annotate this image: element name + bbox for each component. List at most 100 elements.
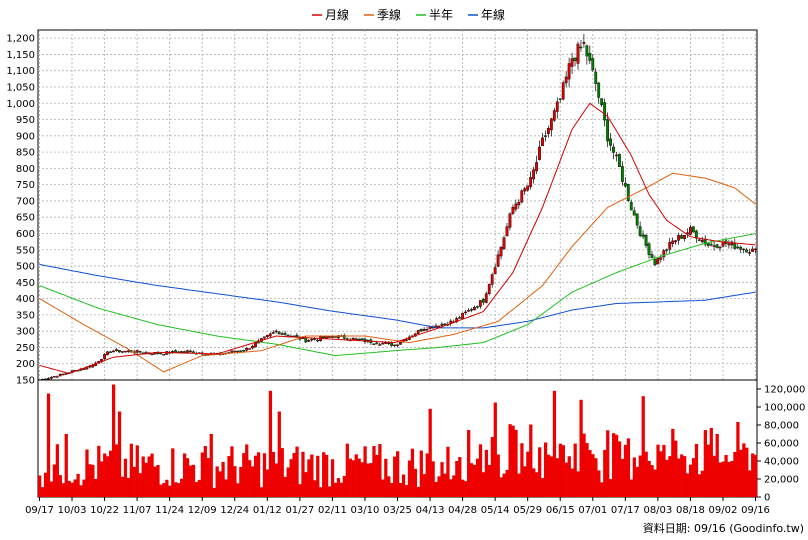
candle-down xyxy=(691,226,695,233)
candle-down xyxy=(239,350,243,352)
volume-bar xyxy=(505,469,509,497)
volume-bar xyxy=(585,443,589,497)
volume-bar xyxy=(46,393,51,497)
price-tick-label: 200 xyxy=(16,359,35,370)
volume-bar xyxy=(366,463,370,497)
volume-tick-label: 0 xyxy=(764,493,770,504)
volume-bar xyxy=(360,462,364,497)
volume-bar xyxy=(330,459,335,497)
volume-bar xyxy=(138,473,142,497)
volume-bar xyxy=(523,466,527,497)
volume-bar xyxy=(111,384,116,497)
candle-up xyxy=(517,202,521,206)
volume-bar xyxy=(76,473,80,497)
candle-up xyxy=(268,333,272,337)
volume-bar xyxy=(348,458,352,497)
volume-bar xyxy=(475,458,480,497)
volume-bar xyxy=(558,443,563,497)
candle-down xyxy=(295,334,299,337)
volume-bar xyxy=(301,451,305,497)
chart-legend: 月線 季線 半年 年線 xyxy=(312,7,505,22)
candle-down xyxy=(322,336,325,339)
candle-down xyxy=(600,98,604,106)
volume-bar xyxy=(126,477,131,497)
volume-bar xyxy=(700,470,705,497)
x-tick-label: 04/28 xyxy=(448,505,477,516)
volume-bar xyxy=(647,460,651,497)
volume-bar xyxy=(369,463,373,497)
volume-bar xyxy=(591,454,595,497)
volume-bar xyxy=(79,485,83,497)
volume-bar xyxy=(662,444,666,497)
candle-down xyxy=(650,254,654,259)
volume-bar xyxy=(538,447,542,497)
volume-bar xyxy=(313,480,317,497)
candle-down xyxy=(159,352,163,355)
volume-bar xyxy=(218,471,222,497)
x-tick-label: 10/03 xyxy=(58,505,87,516)
volume-bar xyxy=(659,451,663,497)
price-tick-label: 850 xyxy=(16,148,35,159)
candle-down xyxy=(470,309,473,311)
volume-bar xyxy=(606,430,610,497)
candle-up xyxy=(115,349,118,352)
volume-bar xyxy=(253,455,258,497)
candle-up xyxy=(381,342,385,345)
candle-up xyxy=(490,274,494,285)
x-tick-label: 09/16 xyxy=(741,505,770,516)
volume-bar xyxy=(132,466,136,497)
x-tick-label: 10/22 xyxy=(90,505,119,516)
volume-bar xyxy=(177,483,181,497)
candle-down xyxy=(623,182,627,187)
volume-bar xyxy=(520,443,524,497)
volume-bar xyxy=(440,462,444,497)
price-panel: 1,200 1,150 1,100 1,050 1,000 950 900 850 800 750… xyxy=(6,29,758,387)
candle-up xyxy=(49,376,53,379)
candle-up xyxy=(526,185,530,191)
candle-up xyxy=(120,351,124,353)
candle-up xyxy=(508,213,512,228)
candle-up xyxy=(150,353,154,356)
volume-bar xyxy=(517,473,521,497)
volume-bar xyxy=(668,456,672,497)
volume-bar xyxy=(579,399,583,497)
candle-up xyxy=(103,354,106,360)
candle-up xyxy=(668,241,672,250)
volume-bar xyxy=(58,475,62,497)
volume-bar xyxy=(398,483,403,497)
candle-down xyxy=(286,334,290,337)
volume-bar xyxy=(567,456,571,497)
volume-bar xyxy=(644,451,648,497)
candle-down xyxy=(588,53,592,61)
volume-bar xyxy=(206,458,210,497)
volume-bar xyxy=(739,449,743,497)
x-tick-label: 12/09 xyxy=(188,505,217,516)
price-tick-label: 700 xyxy=(16,196,35,207)
price-tick-label: 150 xyxy=(16,376,35,387)
volume-bar xyxy=(745,447,749,497)
candle-down xyxy=(375,342,379,345)
price-tick-label: 250 xyxy=(16,343,35,354)
volume-bar xyxy=(327,486,332,497)
candle-up xyxy=(499,246,503,257)
volume-bar xyxy=(715,434,719,497)
volume-bar xyxy=(147,456,151,497)
volume-bar xyxy=(437,476,441,497)
candle-down xyxy=(620,166,624,182)
volume-bar xyxy=(162,483,166,497)
candle-down xyxy=(632,210,636,216)
volume-bar xyxy=(265,469,270,497)
volume-bar xyxy=(635,466,639,497)
volume-bar xyxy=(614,434,619,497)
volume-bar xyxy=(541,478,545,497)
volume-bar xyxy=(555,458,560,497)
x-tick-label: 03/25 xyxy=(383,505,412,516)
candle-up xyxy=(564,76,568,84)
volume-bar xyxy=(94,478,98,497)
volume-bar xyxy=(407,460,412,497)
volume-bar xyxy=(390,483,394,497)
volume-bar xyxy=(256,452,261,497)
candle-up xyxy=(689,226,692,235)
candle-up xyxy=(396,344,399,346)
candle-up xyxy=(561,82,565,100)
